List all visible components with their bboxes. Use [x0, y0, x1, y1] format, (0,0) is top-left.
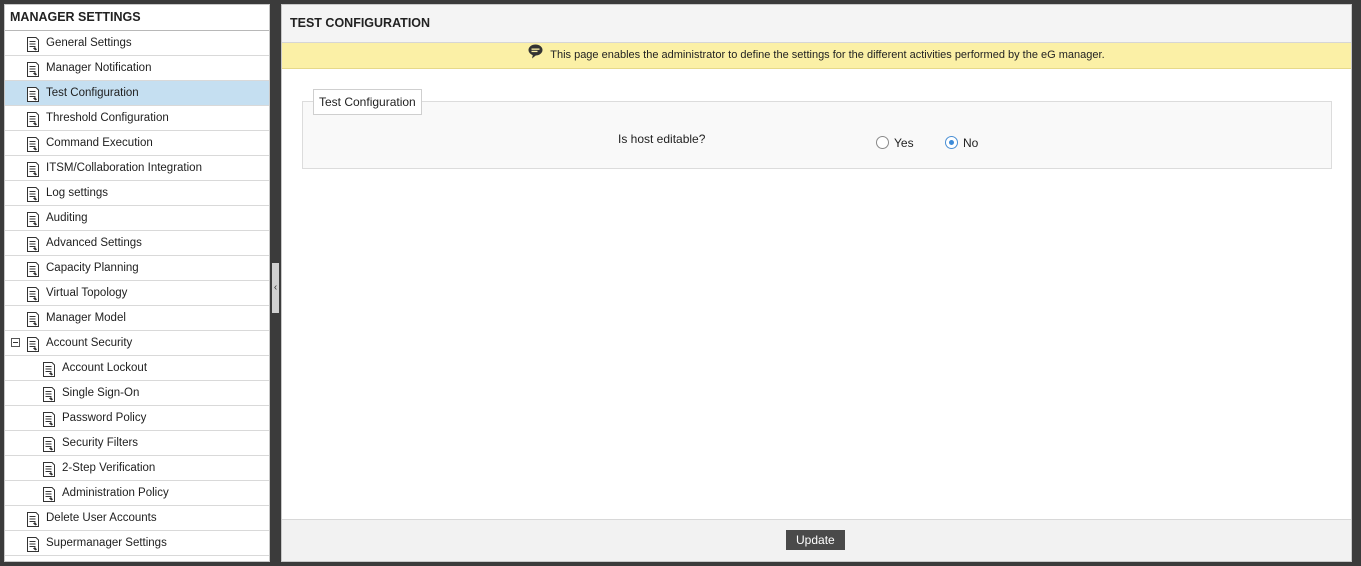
document-icon [26, 286, 40, 302]
sidebar-item-label: Supermanager Settings [46, 537, 167, 549]
radio-yes[interactable]: Yes [876, 134, 914, 150]
test-configuration-fieldset [302, 101, 1332, 169]
fieldset-legend: Test Configuration [313, 89, 422, 115]
sidebar-item-virtual-topology[interactable]: Virtual Topology [5, 281, 269, 306]
document-icon [42, 436, 56, 452]
sidebar-item-label: Password Policy [62, 412, 147, 424]
sidebar-item-advanced-settings[interactable]: Advanced Settings [5, 231, 269, 256]
update-button[interactable]: Update [786, 530, 845, 550]
sidebar-item-account-lockout[interactable]: Account Lockout [5, 356, 269, 381]
document-icon [26, 36, 40, 52]
document-icon [26, 211, 40, 227]
info-banner: This page enables the administrator to d… [282, 43, 1351, 69]
sidebar-title: MANAGER SETTINGS [5, 5, 269, 31]
banner-text: This page enables the administrator to d… [550, 49, 1105, 61]
sidebar-item-label: Test Configuration [46, 87, 139, 99]
sidebar-item-manager-model[interactable]: Manager Model [5, 306, 269, 331]
sidebar-item-manager-notification[interactable]: Manager Notification [5, 56, 269, 81]
sidebar-item-password-policy[interactable]: Password Policy [5, 406, 269, 431]
sidebar-item-security-filters[interactable]: Security Filters [5, 431, 269, 456]
sidebar-item-single-sign-on[interactable]: Single Sign-On [5, 381, 269, 406]
document-icon [42, 361, 56, 377]
sidebar-item-label: ITSM/Collaboration Integration [46, 162, 202, 174]
sidebar-item-label: Administration Policy [62, 487, 169, 499]
sidebar-item-label: Single Sign-On [62, 387, 140, 399]
footer-bar: Update [282, 519, 1351, 561]
document-icon [42, 411, 56, 427]
sidebar-item-label: Delete User Accounts [46, 512, 157, 524]
page-title: TEST CONFIGURATION [282, 5, 1351, 43]
sidebar-item-test-configuration[interactable]: Test Configuration [5, 81, 269, 106]
sidebar-item-label: Log settings [46, 187, 109, 199]
sidebar-item-label: General Settings [46, 37, 132, 49]
sidebar-item-label: Command Execution [46, 137, 153, 149]
document-icon [26, 136, 40, 152]
sidebar-item-label: Advanced Settings [46, 237, 142, 249]
document-icon [42, 461, 56, 477]
chevron-left-icon: ‹ [273, 282, 278, 293]
document-icon [26, 536, 40, 552]
radio-yes-label: Yes [894, 135, 914, 150]
splitter[interactable]: ‹ [271, 4, 280, 562]
sidebar-item-label: 2-Step Verification [62, 462, 156, 474]
document-icon [42, 386, 56, 402]
sidebar-item-label: Security Filters [62, 437, 139, 449]
sidebar: MANAGER SETTINGS General Settings Manager… [4, 4, 270, 562]
sidebar-item-capacity-planning[interactable]: Capacity Planning [5, 256, 269, 281]
sidebar-item-label: Threshold Configuration [46, 112, 169, 124]
sidebar-item-general-settings[interactable]: General Settings [5, 31, 269, 56]
sidebar-item-supermanager-settings[interactable]: Supermanager Settings [5, 531, 269, 556]
sidebar-item-label: Account Security [46, 337, 133, 349]
sidebar-item-account-security[interactable]: Account Security [5, 331, 269, 356]
sidebar-item-administration-policy[interactable]: Administration Policy [5, 481, 269, 506]
sidebar-item-2-step-verification[interactable]: 2-Step Verification [5, 456, 269, 481]
document-icon [26, 261, 40, 277]
document-icon [26, 511, 40, 527]
document-icon [26, 311, 40, 327]
sidebar-item-delete-user-accounts[interactable]: Delete User Accounts [5, 506, 269, 531]
collapse-sidebar-handle[interactable]: ‹ [272, 263, 279, 313]
sidebar-item-label: Manager Model [46, 312, 126, 324]
sidebar-item-label: Account Lockout [62, 362, 148, 374]
radio-yes-circle[interactable] [876, 136, 889, 150]
main-panel: TEST CONFIGURATION This page enables the… [281, 4, 1352, 562]
radio-no[interactable]: No [945, 134, 978, 150]
sidebar-item-threshold-configuration[interactable]: Threshold Configuration [5, 106, 269, 131]
document-icon [26, 236, 40, 252]
radio-no-circle[interactable] [945, 136, 958, 150]
sidebar-item-label: Auditing [46, 212, 88, 224]
collapse-toggle-icon[interactable] [11, 338, 20, 347]
document-icon [26, 111, 40, 127]
sidebar-item-command-execution[interactable]: Command Execution [5, 131, 269, 156]
sidebar-item-label: Capacity Planning [46, 262, 139, 274]
document-icon [26, 161, 40, 177]
sidebar-item-label: Virtual Topology [46, 287, 128, 299]
document-icon [42, 486, 56, 502]
speech-bubble-icon [528, 44, 543, 59]
document-icon [26, 186, 40, 202]
radio-no-label: No [963, 135, 979, 150]
document-icon [26, 61, 40, 77]
host-editable-label: Is host editable? [618, 132, 706, 146]
document-icon [26, 86, 40, 102]
document-icon [26, 336, 40, 352]
settings-tree: General Settings Manager Notification Test… [5, 31, 269, 556]
sidebar-item-auditing[interactable]: Auditing [5, 206, 269, 231]
sidebar-item-log-settings[interactable]: Log settings [5, 181, 269, 206]
sidebar-item-label: Manager Notification [46, 62, 152, 74]
sidebar-item-itsm-collaboration-integration[interactable]: ITSM/Collaboration Integration [5, 156, 269, 181]
